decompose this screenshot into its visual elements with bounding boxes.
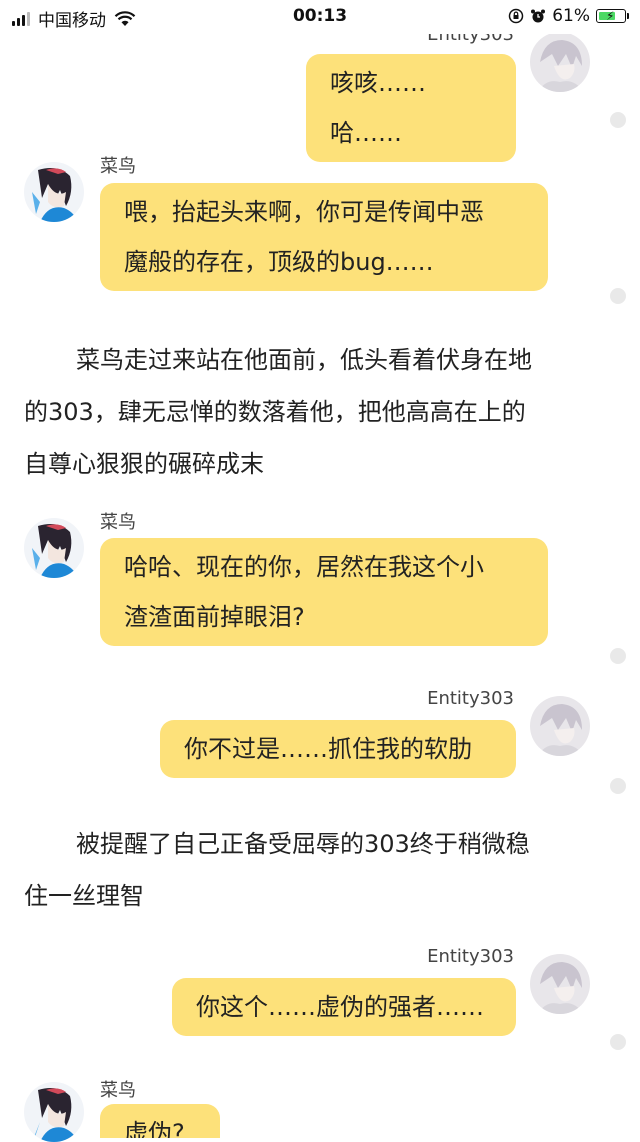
message-text: 咳咳……哈…… xyxy=(330,69,426,147)
message-bubble[interactable]: 你这个……虚伪的强者…… xyxy=(172,978,516,1036)
narration-line: 菜鸟走过来站在他面前，低头看着伏身在地 xyxy=(76,346,532,374)
sender-name-entity303: Entity303 xyxy=(427,946,514,967)
message-text-line: 魔般的存在，顶级的bug…… xyxy=(124,248,434,276)
status-right: 61% ⚡ xyxy=(508,6,629,26)
alarm-icon xyxy=(531,9,546,23)
sender-name-entity303: Entity303 xyxy=(427,688,514,709)
battery-percent: 61% xyxy=(552,6,590,26)
message-text-line: 渣渣面前掉眼泪? xyxy=(124,603,305,631)
narration-paragraph: 菜鸟走过来站在他面前，低头看着伏身在地 的303，肆无忌惮的数落着他，把他高高在… xyxy=(24,334,604,490)
narration-paragraph: 被提醒了自己正备受屈辱的303终于稍微稳 住一丝理智 xyxy=(24,818,604,922)
message-status-dot xyxy=(610,648,626,664)
sender-name-caoniao: 菜鸟 xyxy=(100,156,136,177)
avatar-caoniao[interactable] xyxy=(24,162,84,222)
message-status-dot xyxy=(610,778,626,794)
narration-line: 的303，肆无忌惮的数落着他，把他高高在上的 xyxy=(24,398,526,426)
sender-name-caoniao: 菜鸟 xyxy=(100,512,136,533)
rotation-lock-icon xyxy=(508,8,524,24)
message-text: 虚伪? xyxy=(124,1119,185,1138)
avatar-entity303[interactable] xyxy=(530,954,590,1014)
message-bubble[interactable]: 喂，抬起头来啊，你可是传闻中恶 魔般的存在，顶级的bug…… xyxy=(100,183,548,291)
avatar-caoniao[interactable] xyxy=(24,518,84,578)
avatar-entity303[interactable] xyxy=(530,696,590,756)
message-text: 你不过是……抓住我的软肋 xyxy=(184,735,472,763)
narration-line: 住一丝理智 xyxy=(24,882,144,910)
narration-line: 被提醒了自己正备受屈辱的303终于稍微稳 xyxy=(76,830,530,858)
message-text: 你这个……虚伪的强者…… xyxy=(196,993,484,1021)
message-bubble[interactable]: 虚伪? xyxy=(100,1104,220,1138)
message-bubble[interactable]: 你不过是……抓住我的软肋 xyxy=(160,720,516,778)
message-bubble[interactable]: 哈哈、现在的你，居然在我这个小 渣渣面前掉眼泪? xyxy=(100,538,548,646)
status-bar: 中国移动 00:13 61% ⚡ xyxy=(0,0,640,34)
message-text-line: 哈哈、现在的你，居然在我这个小 xyxy=(124,553,484,581)
message-bubble[interactable]: 咳咳……哈…… xyxy=(306,54,516,162)
battery-icon: ⚡ xyxy=(596,9,629,23)
message-status-dot xyxy=(610,1034,626,1050)
message-text-line: 喂，抬起头来啊，你可是传闻中恶 xyxy=(124,198,484,226)
message-status-dot xyxy=(610,288,626,304)
message-status-dot xyxy=(610,112,626,128)
sender-name-caoniao: 菜鸟 xyxy=(100,1080,136,1101)
avatar-entity303[interactable] xyxy=(530,32,590,92)
avatar-caoniao[interactable] xyxy=(24,1082,84,1142)
narration-line: 自尊心狠狠的碾碎成末 xyxy=(24,450,264,478)
